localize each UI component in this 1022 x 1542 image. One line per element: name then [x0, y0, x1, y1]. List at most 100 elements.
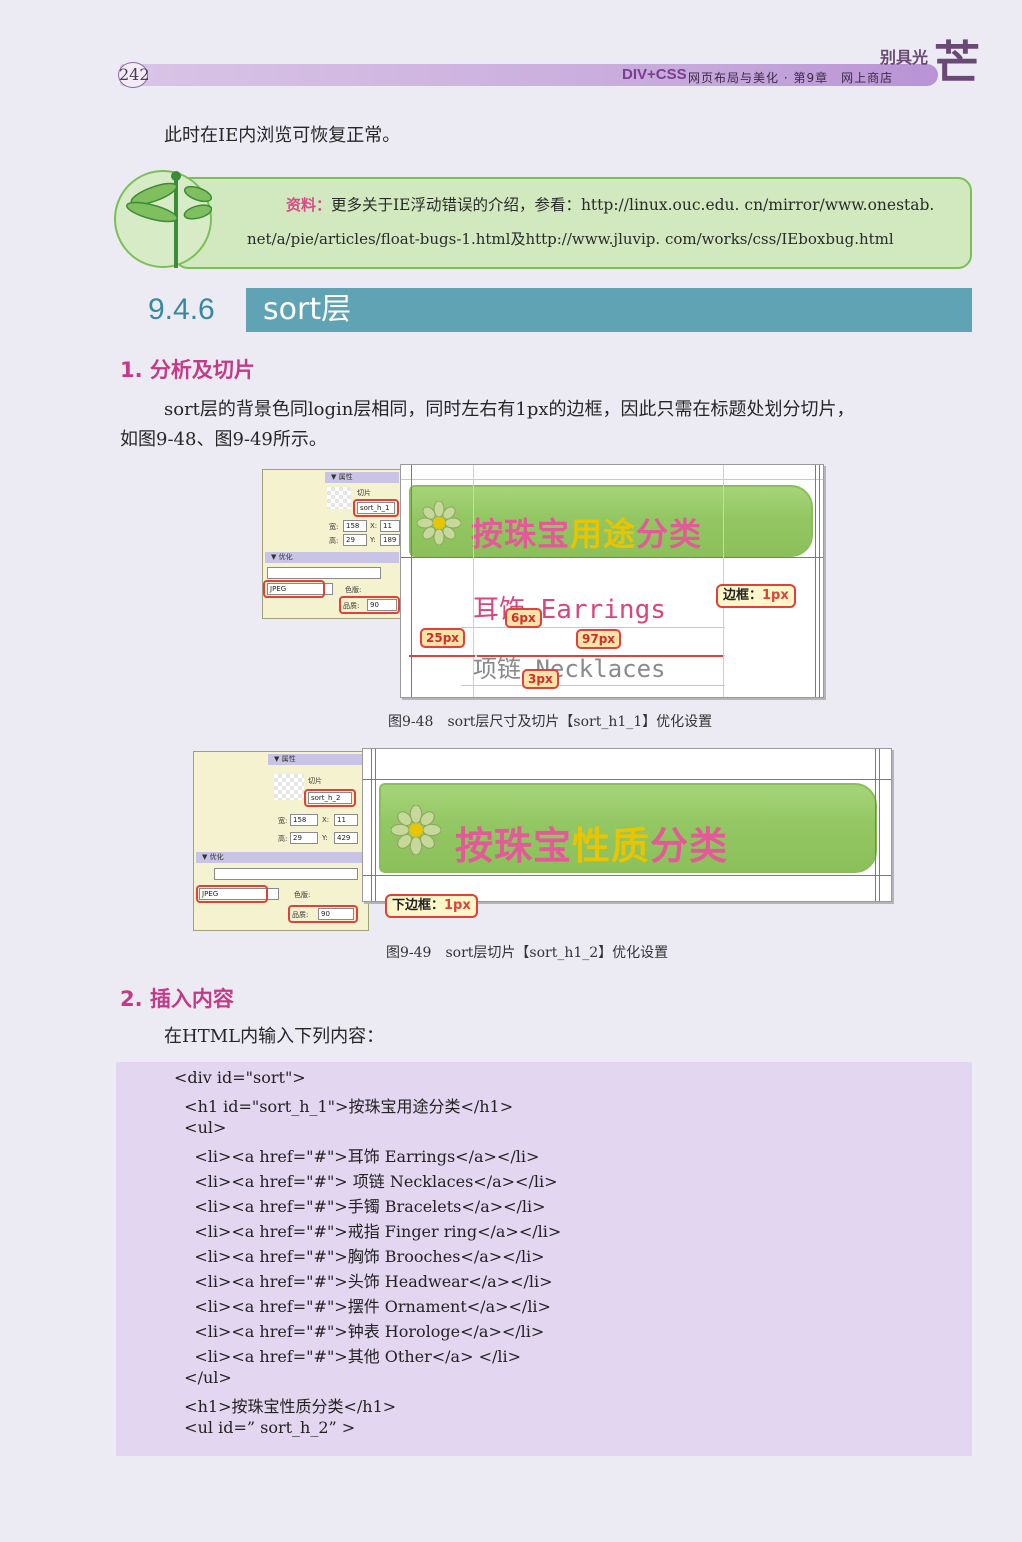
section-number: 9.4.6 [148, 293, 215, 326]
subsection-1-heading: 1. 分析及切片 [120, 358, 255, 382]
fig48-dim-3: 3px [522, 669, 559, 689]
fig48-item-earrings[interactable]: 耳饰 Earrings [473, 589, 666, 626]
flower-icon [391, 805, 441, 855]
fig49-bottom-border-tag: 下边框：1px [385, 894, 478, 918]
fig48-top-guide [401, 479, 823, 480]
fig48-format-highlight [263, 580, 325, 598]
fig48-w-input[interactable]: 158 [343, 520, 367, 532]
fig48-dim-97: 97px [576, 629, 622, 649]
fig49-x-label: X: [322, 816, 330, 824]
fig48-right-border-line-2 [819, 465, 820, 697]
code-line: <li><a href="#">钟表 Horologe</a></li> [174, 1322, 545, 1341]
code-line: <li><a href="#">摆件 Ornament</a></li> [174, 1297, 551, 1316]
subsection-2-para: 在HTML内输入下列内容： [164, 1026, 385, 1047]
code-line: <li><a href="#">戒指 Finger ring</a></li> [174, 1222, 562, 1241]
fig48-slice-name-highlight [353, 499, 399, 517]
fig48-x-input[interactable]: 11 [380, 520, 400, 532]
fig49-slice-name-highlight [304, 789, 356, 807]
fig49-w-label: 宽: [278, 817, 288, 825]
fig48-dim-6: 6px [505, 608, 542, 628]
note-text-1: 更多关于IE浮动错误的介绍，参看：http://linux.ouc.edu. c… [331, 196, 935, 214]
fig48-y-label: Y: [370, 536, 376, 544]
fig48-banner-bottom-line [401, 557, 823, 558]
fig48-right-border-line [815, 465, 816, 697]
fig48-caption: 图9-48 sort层尺寸及切片【sort_h1_1】优化设置 [388, 714, 713, 730]
note-line-2: net/a/pie/articles/float-bugs-1.html及htt… [247, 230, 894, 248]
fig49-slice-label: 切片 [308, 777, 322, 785]
fig49-banner-text-c: 分类 [650, 824, 729, 868]
fig48-border-tag: 边框：1px [716, 584, 796, 608]
code-line: <li><a href="#">胸饰 Brooches</a></li> [174, 1247, 545, 1266]
flower-icon [417, 501, 461, 545]
fig48-y-input[interactable]: 189 [380, 534, 400, 546]
fig48-banner-text-c: 分类 [636, 515, 703, 553]
code-line: <h1>按珠宝性质分类</h1> [174, 1397, 397, 1416]
fig48-dim-25: 25px [420, 628, 466, 648]
fig49-caption: 图9-49 sort层切片【sort_h1_2】优化设置 [386, 945, 669, 961]
fig49-quality-highlight [288, 905, 358, 923]
fig49-w-input[interactable]: 158 [290, 814, 318, 826]
note-box [174, 177, 972, 269]
fig49-x-input[interactable]: 11 [334, 814, 358, 826]
fig48-h-input[interactable]: 29 [343, 534, 367, 546]
fig48-border-tag-label: 边框： [723, 588, 763, 603]
fig49-properties-panel: ▼ 属性 切片 sort_h_2 宽: 158 X: 11 高: 29 Y: 4… [193, 751, 369, 931]
fig49-matte-label: 色版: [294, 891, 311, 899]
fig49-left-border-line [371, 749, 372, 901]
page-number: 242 [118, 62, 150, 88]
code-line: <li><a href="#"> 项链 Necklaces</a></li> [174, 1172, 558, 1191]
fig49-preset-select[interactable] [214, 868, 358, 880]
fig49-top-line [363, 779, 891, 780]
fig49-banner-text-b: 性质 [572, 824, 651, 868]
header-brand-glyph: 芒 [934, 36, 980, 90]
fig48-arrow-25 [409, 655, 475, 657]
fig49-banner-text-a: 按珠宝 [455, 824, 573, 868]
fig48-h-label: 高: [329, 537, 339, 545]
note-label: 资料： [286, 196, 332, 214]
fig49-bottom-line [363, 875, 891, 876]
dragonfly-icon [126, 171, 212, 268]
fig49-left-border-line-2 [375, 749, 376, 901]
fig48-banner-text-b: 用途 [570, 515, 637, 553]
fig49-slice-thumbnail [274, 774, 304, 800]
fig49-opt-header: ▼ 优化 [196, 852, 366, 863]
fig48-canvas: 按珠宝用途分类 耳饰 Earrings 项链 Necklaces [400, 464, 824, 698]
fig49-h-input[interactable]: 29 [290, 832, 318, 844]
code-line: <ul id=” sort_h_2” > [174, 1418, 356, 1437]
code-line: <div id="sort"> [174, 1068, 306, 1087]
subsection-1-para-line-1: sort层的背景色同login层相同，同时左右有1px的边框，因此只需在标题处划… [164, 399, 855, 420]
fig48-banner-text-a: 按珠宝 [471, 515, 571, 553]
fig49-h-label: 高: [278, 835, 288, 843]
book-page: 242 DIV+CSS 网页布局与美化 · 第9章 网上商店 别具光 芒 此时在… [0, 0, 1022, 1542]
fig49-y-label: Y: [322, 834, 328, 842]
fig48-left-border-line [411, 465, 412, 697]
code-line: <li><a href="#">手镯 Bracelets</a></li> [174, 1197, 546, 1216]
code-line: </ul> [174, 1368, 232, 1387]
code-line: <ul> [174, 1118, 227, 1137]
section-title: sort层 [246, 288, 972, 332]
fig49-y-input[interactable]: 429 [334, 832, 358, 844]
fig48-guide-right [723, 465, 724, 697]
fig48-preset-select[interactable] [267, 567, 381, 579]
code-line: <li><a href="#">耳饰 Earrings</a></li> [174, 1147, 540, 1166]
fig49-right-border-line-2 [879, 749, 880, 901]
fig48-slice-label: 切片 [357, 489, 371, 497]
fig48-row-guide-1 [461, 627, 725, 628]
note-line-1: 资料：更多关于IE浮动错误的介绍，参看：http://linux.ouc.edu… [286, 193, 934, 215]
code-line: <li><a href="#">其他 Other</a> </li> [174, 1347, 522, 1366]
fig48-opt-header: ▼ 优化 [265, 552, 399, 563]
header-book-title: DIV+CSS [622, 66, 687, 83]
fig48-border-tag-value: 1px [762, 588, 789, 603]
header-chapter: 网页布局与美化 · 第9章 网上商店 [688, 71, 894, 85]
fig48-matte-label: 色版: [345, 586, 362, 594]
code-line: <h1 id="sort_h_1">按珠宝用途分类</h1> [174, 1097, 514, 1116]
code-line: <li><a href="#">头饰 Headwear</a></li> [174, 1272, 553, 1291]
intro-paragraph: 此时在IE内浏览可恢复正常。 [164, 125, 401, 146]
fig48-banner-text: 按珠宝用途分类 [471, 509, 702, 555]
fig49-bottom-tag-value: 1px [444, 898, 471, 913]
subsection-1-para-line-2: 如图9-48、图9-49所示。 [120, 429, 327, 450]
fig48-properties-panel: ▼ 属性 切片 sort_h_1 宽: 158 X: 11 高: 29 Y: 1… [262, 469, 402, 619]
subsection-2-heading: 2. 插入内容 [120, 987, 234, 1011]
fig48-arrow-97 [477, 655, 723, 657]
fig48-row-guide-3 [461, 685, 725, 686]
